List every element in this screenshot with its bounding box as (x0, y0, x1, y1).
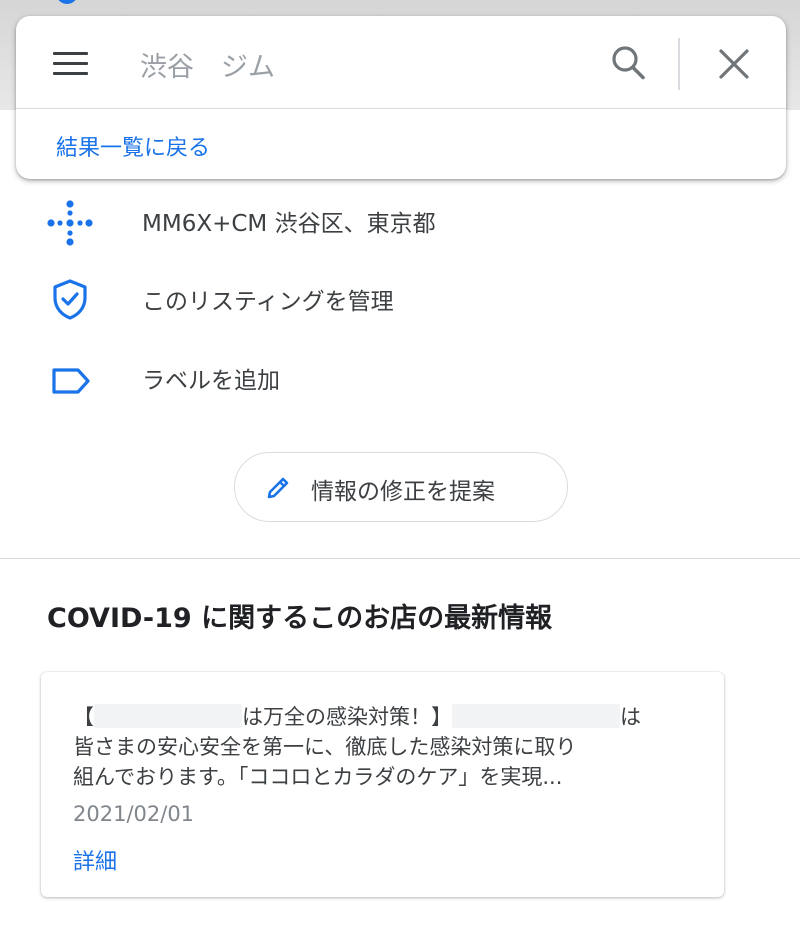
update-text: 【は万全の感染対策！】は 皆さまの安心安全を第一に、徹底した感染対策に取り 組ん… (73, 702, 695, 792)
suggest-edit-label: 情報の修正を提案 (311, 479, 495, 505)
add-label-row[interactable]: ラベルを追加 (0, 347, 800, 407)
close-button[interactable] (710, 40, 758, 88)
search-icon (612, 46, 645, 80)
update-line-1: 【は万全の感染対策！】は (73, 704, 641, 729)
section-divider (0, 558, 800, 559)
verified-shield-icon (44, 272, 98, 324)
menu-icon (53, 52, 88, 55)
plus-code-label: MM6X+CM 渋谷区、東京都 (142, 211, 436, 237)
update-line-3: 組んでおります。「ココロとカラダのケア」を実現... (73, 765, 563, 789)
plus-code-icon (44, 194, 98, 246)
pencil-icon (263, 473, 293, 503)
update-line-2: 皆さまの安心安全を第一に、徹底した感染対策に取り (73, 735, 577, 759)
close-icon (719, 49, 749, 79)
covid-update-card[interactable]: 【は万全の感染対策！】は 皆さまの安心安全を第一に、徹底した感染対策に取り 組ん… (41, 672, 724, 897)
manage-listing-row[interactable]: このリスティングを管理 (0, 268, 800, 328)
manage-listing-label: このリスティングを管理 (142, 289, 394, 315)
update-details-link[interactable]: 詳細 (73, 844, 117, 876)
label-tag-icon (44, 351, 98, 403)
map-marker[interactable] (56, 0, 78, 4)
redacted-text (452, 704, 620, 728)
search-input[interactable] (140, 42, 580, 86)
covid-section-title: COVID-19 に関するこのお店の最新情報 (47, 603, 553, 634)
search-divider (678, 38, 680, 90)
suggest-edit-button[interactable]: 情報の修正を提案 (234, 452, 568, 522)
search-button[interactable] (604, 40, 654, 88)
plus-code-row[interactable]: MM6X+CM 渋谷区、東京都 (0, 190, 800, 250)
redacted-text (94, 704, 242, 728)
update-date: 2021/02/01 (73, 802, 195, 826)
back-to-results-link[interactable]: 結果一覧に戻る (56, 130, 210, 162)
menu-button[interactable] (44, 42, 98, 84)
place-details-panel: 結果一覧に戻る MM6X+CM 渋谷区、東京都 このリスティン (0, 0, 800, 926)
search-bar (16, 16, 786, 109)
search-card: 結果一覧に戻る (16, 16, 786, 179)
add-label-label: ラベルを追加 (142, 368, 280, 394)
